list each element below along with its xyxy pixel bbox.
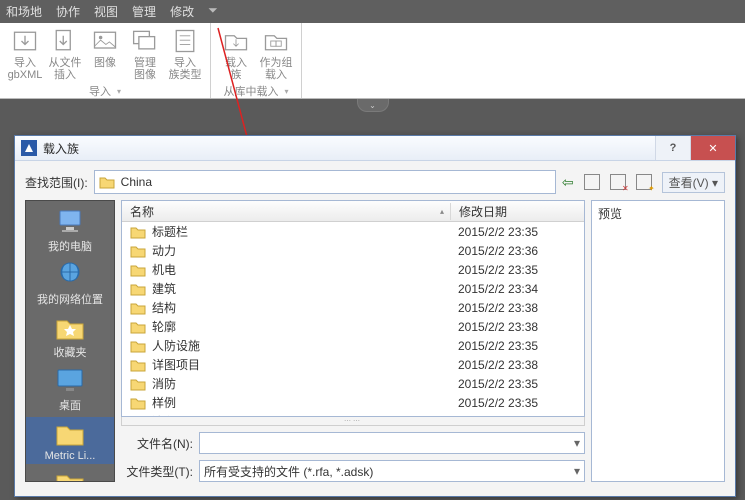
menu-item[interactable]: 管理 (132, 3, 156, 20)
filetype-combo[interactable]: 所有受支持的文件 (*.rfa, *.adsk) (199, 460, 585, 482)
file-date: 2015/2/2 23:36 (450, 244, 584, 258)
table-row[interactable]: 详图项目 2015/2/2 23:38 (122, 355, 584, 374)
filename-label: 文件名(N): (121, 435, 193, 452)
menu-item[interactable]: 协作 (56, 3, 80, 20)
file-name: 轮廓 (152, 318, 176, 335)
file-name: 样例 (152, 394, 176, 411)
folder-icon (130, 282, 146, 296)
file-date: 2015/2/2 23:35 (450, 263, 584, 277)
close-button[interactable]: ✕ (690, 136, 735, 160)
new-folder-icon[interactable] (636, 174, 652, 190)
ribbon-group-import: 导入gbXML 从文件插入 图像 管理图像 导入族类型 (0, 23, 211, 98)
place-network[interactable]: 我的网络位置 (26, 258, 114, 309)
file-date: 2015/2/2 23:35 (450, 396, 584, 410)
file-name: 机电 (152, 261, 176, 278)
file-name: 人防设施 (152, 337, 200, 354)
file-date: 2015/2/2 23:34 (450, 282, 584, 296)
table-row[interactable]: 样例 2015/2/2 23:35 (122, 393, 584, 412)
place-desktop[interactable]: 桌面 (26, 364, 114, 415)
file-date: 2015/2/2 23:38 (450, 320, 584, 334)
folder-icon (130, 320, 146, 334)
places-bar: 我的电脑 我的网络位置 收藏夹 桌面 (25, 200, 115, 482)
panel-pull-icon[interactable]: ⌄ (357, 99, 389, 112)
table-row[interactable]: 人防设施 2015/2/2 23:35 (122, 336, 584, 355)
place-metric-library[interactable]: Metric Li... (26, 417, 114, 464)
image-button[interactable]: 图像 (86, 25, 124, 81)
app-icon (21, 140, 37, 156)
dialog-title: 载入族 (43, 140, 655, 157)
file-name: 消防 (152, 375, 176, 392)
file-name: 详图项目 (152, 356, 200, 373)
load-as-group-button[interactable]: 作为组载入 (257, 25, 295, 81)
folder-icon (130, 358, 146, 372)
folder-icon (130, 301, 146, 315)
file-date: 2015/2/2 23:35 (450, 225, 584, 239)
column-date[interactable]: 修改日期 (451, 203, 584, 220)
file-date: 2015/2/2 23:34 (450, 415, 584, 418)
folder-icon (130, 415, 146, 418)
lookin-combo[interactable]: China (94, 170, 556, 194)
place-favorites[interactable]: 收藏夹 (26, 311, 114, 362)
place-metric-detail[interactable]: Metric De... (26, 466, 114, 482)
lookin-label: 查找范围(I): (25, 174, 88, 191)
table-row[interactable]: 动力 2015/2/2 23:36 (122, 241, 584, 260)
menu-bar: 和场地 协作 视图 管理 修改 ⏷ (0, 0, 745, 23)
menu-item[interactable]: 视图 (94, 3, 118, 20)
table-row[interactable]: 注释 2015/2/2 23:34 (122, 412, 584, 417)
manage-images-button[interactable]: 管理图像 (126, 25, 164, 81)
folder-icon (130, 396, 146, 410)
table-row[interactable]: 机电 2015/2/2 23:35 (122, 260, 584, 279)
dropdown-icon[interactable]: ⏷ (208, 3, 218, 20)
folder-icon (130, 225, 146, 239)
preview-label: 预览 (598, 205, 718, 222)
file-name: 建筑 (152, 280, 176, 297)
resize-grip[interactable]: ⋯⋯ (121, 417, 585, 426)
table-row[interactable]: 建筑 2015/2/2 23:34 (122, 279, 584, 298)
file-name: 动力 (152, 242, 176, 259)
up-icon[interactable] (584, 174, 600, 190)
table-row[interactable]: 标题栏 2015/2/2 23:35 (122, 222, 584, 241)
load-family-button[interactable]: 载入族 (217, 25, 255, 81)
filename-input[interactable] (199, 432, 585, 454)
table-row[interactable]: 消防 2015/2/2 23:35 (122, 374, 584, 393)
load-family-dialog: 载入族 ? ✕ 查找范围(I): China ⇦ 查看(V) ▾ (14, 135, 736, 497)
table-row[interactable]: 轮廓 2015/2/2 23:38 (122, 317, 584, 336)
back-icon[interactable]: ⇦ (562, 174, 574, 191)
file-date: 2015/2/2 23:38 (450, 301, 584, 315)
file-name: 注释 (152, 413, 176, 417)
folder-icon (130, 263, 146, 277)
insert-from-file-button[interactable]: 从文件插入 (46, 25, 84, 81)
column-name[interactable]: 名称 (122, 203, 451, 220)
file-list[interactable]: 名称 修改日期 标题栏 2015/2/2 23:35 动力 2015/2/2 23:3… (121, 200, 585, 417)
delete-icon[interactable] (610, 174, 626, 190)
file-date: 2015/2/2 23:35 (450, 339, 584, 353)
preview-pane: 预览 (591, 200, 725, 482)
file-name: 标题栏 (152, 223, 188, 240)
dialog-titlebar[interactable]: 载入族 ? ✕ (15, 136, 735, 161)
menu-item[interactable]: 修改 (170, 3, 194, 20)
folder-icon (99, 175, 115, 189)
folder-icon (130, 377, 146, 391)
file-date: 2015/2/2 23:35 (450, 377, 584, 391)
view-button[interactable]: 查看(V) ▾ (662, 172, 725, 193)
folder-icon (130, 339, 146, 353)
ribbon: 导入gbXML 从文件插入 图像 管理图像 导入族类型 (0, 23, 745, 99)
help-button[interactable]: ? (655, 136, 690, 160)
file-name: 结构 (152, 299, 176, 316)
ribbon-group-load-from-lib: 载入族 作为组载入 从库中载入 (211, 23, 302, 98)
import-gbxml-button[interactable]: 导入gbXML (6, 25, 44, 81)
import-family-types-button[interactable]: 导入族类型 (166, 25, 204, 81)
place-my-computer[interactable]: 我的电脑 (26, 205, 114, 256)
menu-item[interactable]: 和场地 (6, 3, 42, 20)
table-row[interactable]: 结构 2015/2/2 23:38 (122, 298, 584, 317)
filetype-label: 文件类型(T): (121, 463, 193, 480)
file-date: 2015/2/2 23:38 (450, 358, 584, 372)
folder-icon (130, 244, 146, 258)
